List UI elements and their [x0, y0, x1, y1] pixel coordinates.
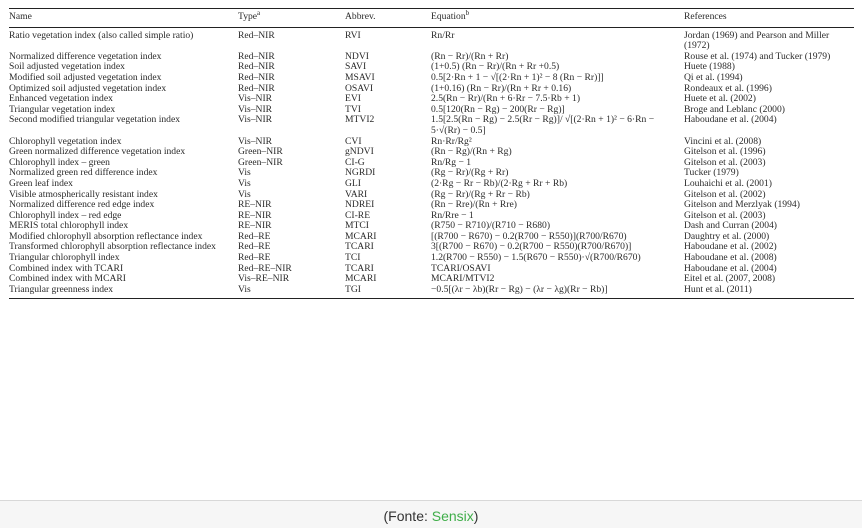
table-header-row: Name Typea Abbrev. Equationb References — [9, 8, 854, 28]
caption-prefix: (Fonte: — [383, 508, 432, 524]
index-type: Red–NIR — [238, 29, 275, 41]
index-equation-cell: (2·Rg − Rr − Rb)/(2·Rg + Rr + Rb) — [431, 177, 684, 190]
index-name-cell: Green leaf index — [9, 177, 238, 190]
source-caption: (Fonte: Sensix) — [0, 508, 862, 524]
header-type-note: a — [257, 8, 261, 17]
index-name-cell: Ratio vegetation index (also called simp… — [9, 27, 238, 52]
index-type: Vis–NIR — [238, 114, 273, 126]
index-type: Vis — [238, 283, 251, 295]
table-sheet: Name Typea Abbrev. Equationb References … — [0, 0, 862, 501]
index-abbrev: MTVI2 — [345, 114, 375, 126]
index-abbrev: MSAVI — [345, 71, 375, 83]
index-type: Vis — [238, 177, 251, 189]
header-name: Name — [9, 8, 238, 28]
table-body: Ratio vegetation index (also called simp… — [9, 27, 854, 300]
index-type-cell: Vis–NIR — [238, 115, 345, 136]
table-row: Modified soil adjusted vegetation index R… — [9, 71, 854, 84]
index-name-cell: Second modified triangular vegetation in… — [9, 115, 238, 136]
index-type: Red–NIR — [238, 71, 275, 83]
index-abbrev-cell: TGI — [345, 283, 431, 300]
index-name: Second modified triangular vegetation in… — [9, 114, 181, 126]
index-reference: Hunt et al. (2011) — [684, 283, 752, 295]
index-type-cell: Vis — [238, 168, 345, 179]
index-type-cell: Vis–RE–NIR — [238, 274, 345, 285]
index-equation-cell: Rn/Rr — [431, 27, 684, 52]
index-equation: (2·Rg − Rr − Rb)/(2·Rg + Rr + Rb) — [431, 177, 568, 189]
index-abbrev-cell: RVI — [345, 27, 431, 52]
table-row: Ratio vegetation index (also called simp… — [9, 27, 854, 52]
source-link[interactable]: Sensix — [432, 508, 474, 524]
index-reference: Jordan (1969) and Pearson and Miller (19… — [684, 29, 830, 52]
index-reference-cell: Louhaichi et al. (2001) — [684, 177, 854, 190]
index-type: Green–NIR — [238, 156, 283, 168]
index-reference: Haboudane et al. (2004) — [684, 114, 777, 126]
header-references: References — [684, 8, 854, 28]
index-type-cell: Green–NIR — [238, 156, 345, 169]
caption-suffix: ) — [473, 508, 479, 524]
index-reference-cell: Hunt et al. (2011) — [684, 283, 854, 300]
index-reference: Louhaichi et al. (2001) — [684, 177, 772, 189]
index-name: Modified soil adjusted vegetation index — [9, 71, 162, 83]
header-type: Typea — [238, 8, 345, 28]
index-name-cell: Modified soil adjusted vegetation index — [9, 71, 238, 84]
index-reference-cell: Jordan (1969) and Pearson and Miller (19… — [684, 27, 854, 52]
index-equation: Rn/Rr — [431, 29, 455, 41]
index-equation: 0.5[2·Rn + 1 − √[(2·Rn + 1)² − 8 (Rn − R… — [431, 71, 604, 83]
index-abbrev: RVI — [345, 29, 361, 41]
index-type: Vis–RE–NIR — [238, 273, 290, 285]
index-name: Triangular greenness index — [9, 283, 114, 295]
index-name-cell: Triangular greenness index — [9, 283, 238, 300]
index-abbrev: TGI — [345, 283, 361, 295]
index-name: Ratio vegetation index (also called simp… — [9, 29, 194, 41]
index-equation: 1.5[2.5(Rn − Rg) − 2.5(Rr − Rg)]/ √[(2·R… — [431, 114, 655, 136]
header-equation-note: b — [465, 8, 470, 17]
index-abbrev: GLI — [345, 177, 361, 189]
index-abbrev-cell: MSAVI — [345, 71, 431, 84]
table-row: Second modified triangular vegetation in… — [9, 114, 854, 136]
index-equation-cell: 1.5[2.5(Rn − Rg) − 2.5(Rr − Rg)]/ √[(2·R… — [431, 114, 684, 136]
index-type: Vis — [238, 167, 251, 179]
header-equation: Equationb — [431, 8, 684, 28]
index-equation: −0.5[(λr − λb)(Rr − Rg) − (λr − λg)(Rr −… — [431, 283, 608, 295]
header-abbrev: Abbrev. — [345, 8, 431, 28]
index-abbrev-cell: MTVI2 — [345, 115, 431, 136]
index-type-cell: Red–NIR — [238, 27, 345, 52]
index-equation-cell: −0.5[(λr − λb)(Rr − Rg) − (λr − λg)(Rr −… — [431, 283, 684, 300]
index-abbrev-cell: GLI — [345, 177, 431, 190]
index-reference-cell: Qi et al. (1994) — [684, 71, 854, 84]
index-type-cell: Red–NIR — [238, 71, 345, 84]
table-row: Triangular greenness index Vis TGI −0.5[(λr… — [9, 283, 854, 300]
vegetation-index-table: Name Typea Abbrev. Equationb References … — [9, 8, 854, 300]
table-row: Green leaf index Vis GLI (2·Rg − Rr − Rb)/(… — [9, 177, 854, 190]
index-type-cell: Vis — [238, 283, 345, 300]
index-reference: Qi et al. (1994) — [684, 71, 743, 83]
index-type-cell: Vis — [238, 177, 345, 190]
index-name: Green leaf index — [9, 177, 73, 189]
index-equation-cell: 0.5[2·Rn + 1 − √[(2·Rn + 1)² − 8 (Rn − R… — [431, 71, 684, 84]
index-reference-cell: Haboudane et al. (2004) — [684, 115, 854, 136]
